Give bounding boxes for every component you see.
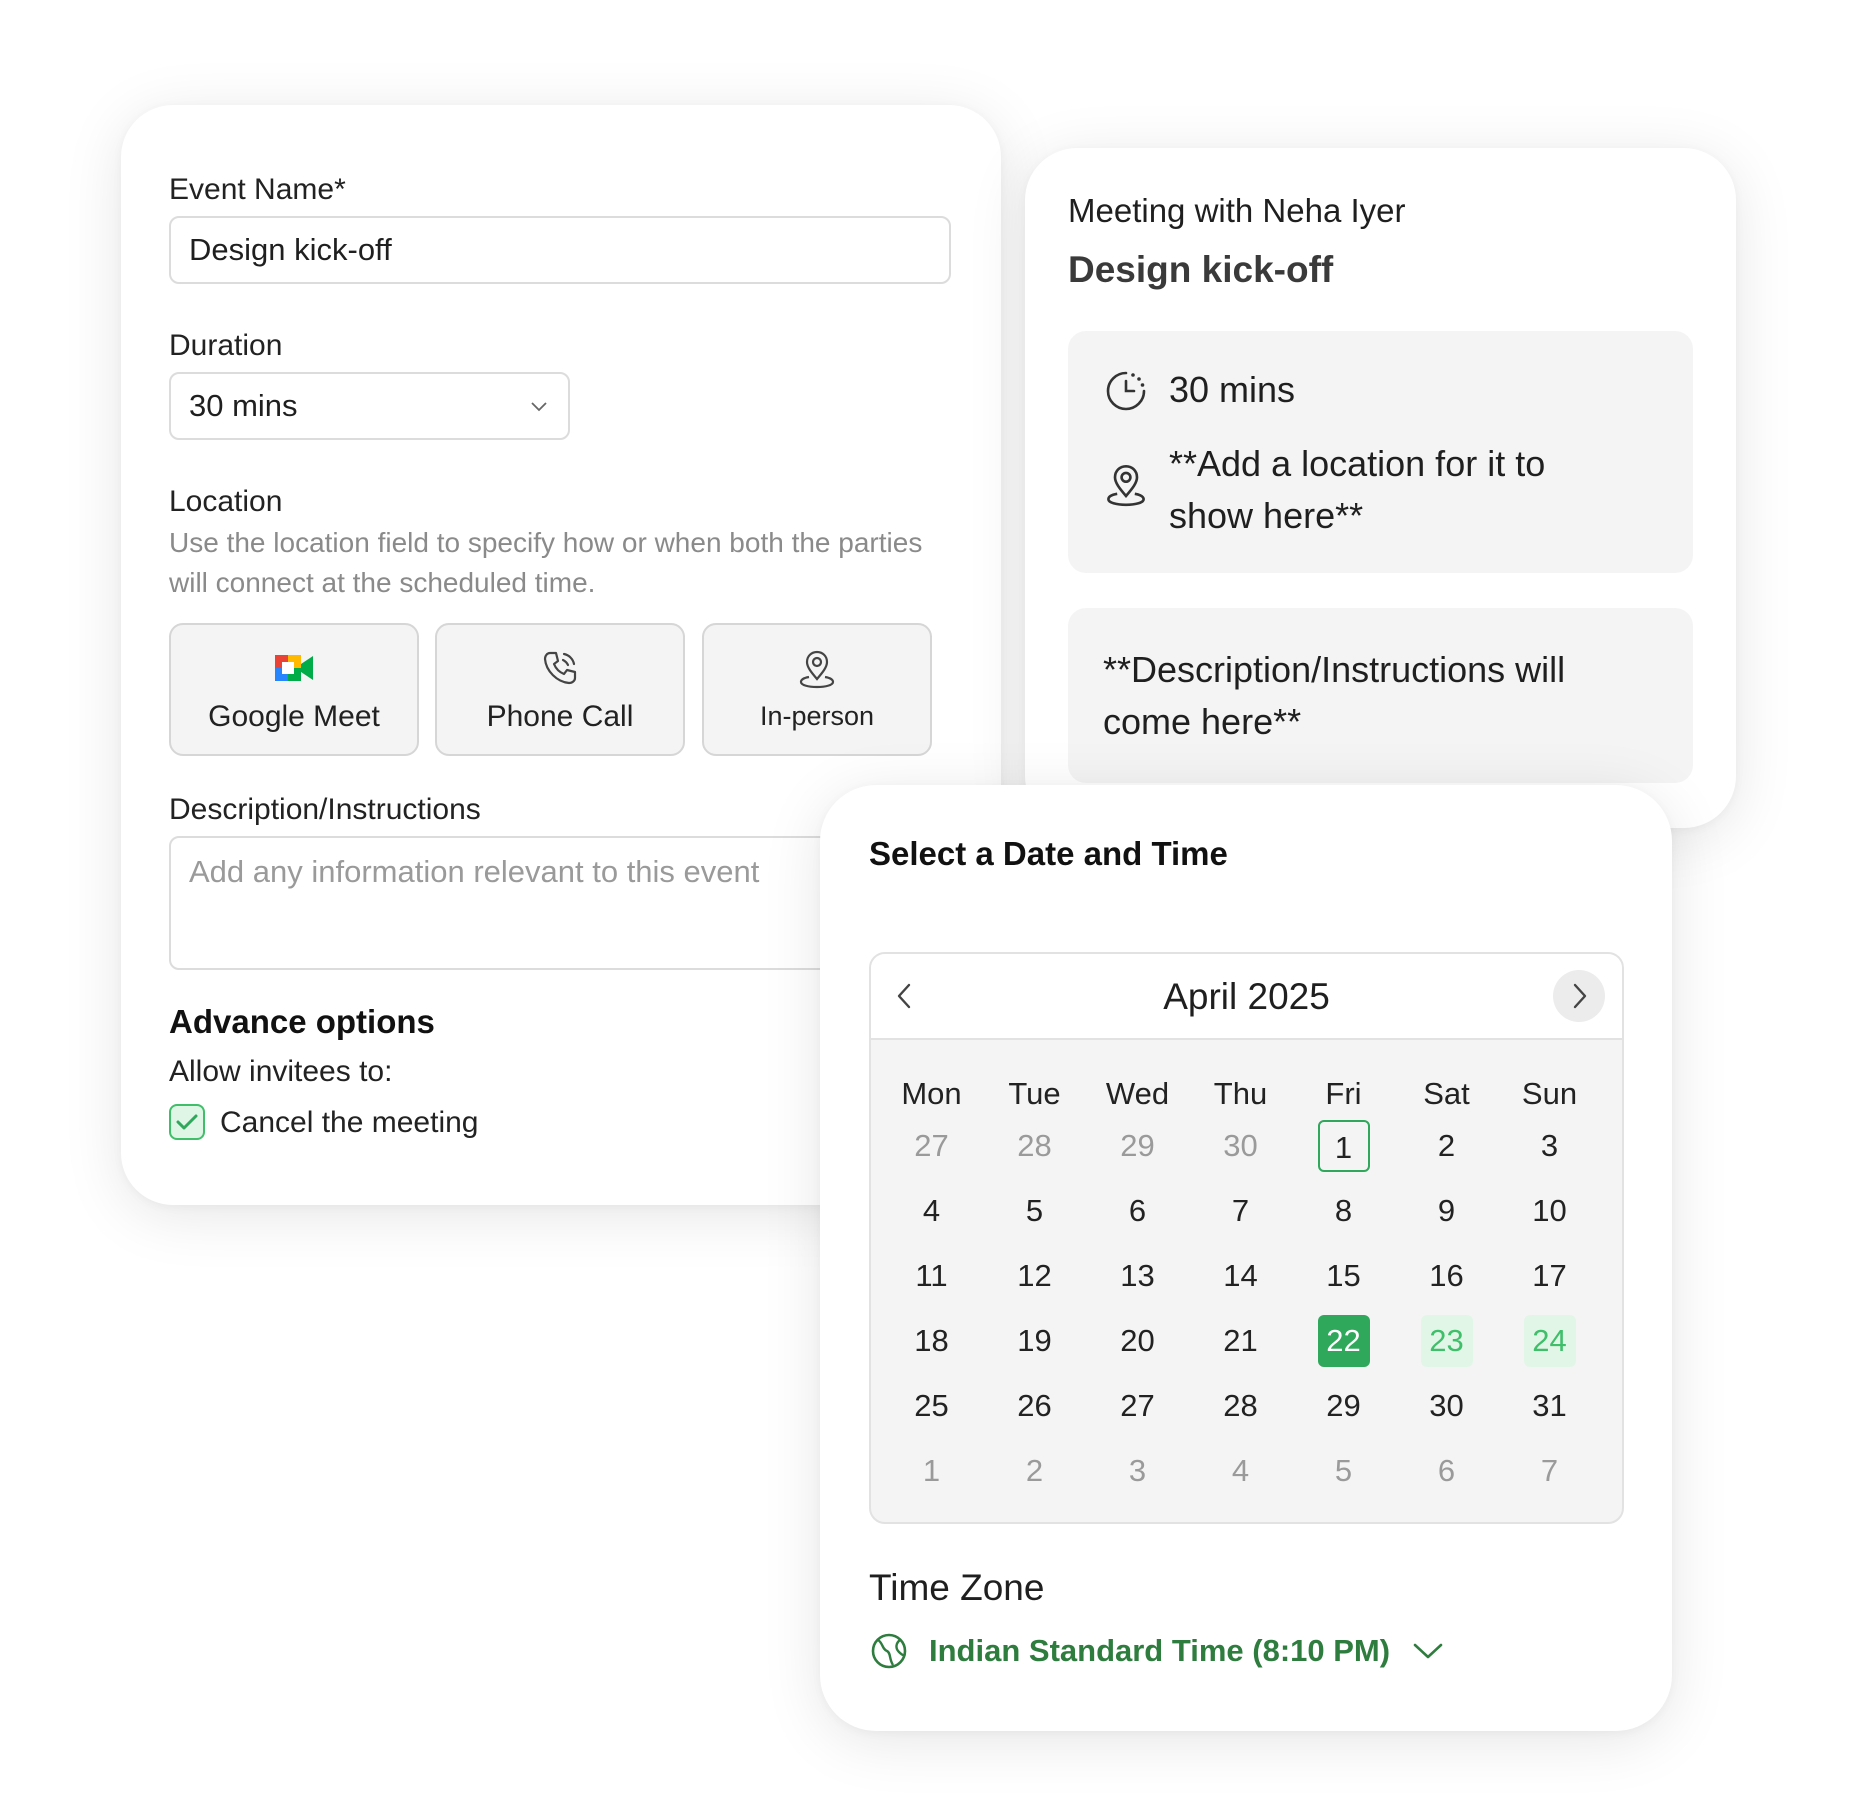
time-zone-select[interactable]: Indian Standard Time (8:10 PM) xyxy=(869,1631,1444,1671)
meeting-description: **Description/Instructions will come her… xyxy=(1103,649,1566,742)
calendar-day: 6 xyxy=(1437,1453,1456,1488)
date-time-heading: Select a Date and Time xyxy=(869,835,1228,872)
calendar-day: 29 xyxy=(1120,1128,1155,1163)
calendar-day[interactable]: 7 xyxy=(1215,1185,1267,1237)
google-meet-option[interactable]: Google Meet xyxy=(169,623,419,756)
clock-icon xyxy=(1106,371,1146,411)
allow-invitees-label: Allow invitees to: xyxy=(169,1055,393,1088)
globe-icon xyxy=(871,1633,907,1669)
calendar-day[interactable]: 22 xyxy=(1317,1315,1370,1367)
weekday-thu: Thu xyxy=(1213,1076,1268,1111)
google-meet-label: Google Meet xyxy=(208,699,380,733)
advance-options-title: Advance options xyxy=(169,1003,435,1040)
calendar-day: 2 xyxy=(1025,1453,1044,1488)
calendar-day[interactable]: 10 xyxy=(1524,1185,1576,1237)
google-meet-icon xyxy=(273,646,315,690)
calendar-header: April 2025 xyxy=(871,954,1622,1040)
calendar-day: 4 xyxy=(1231,1453,1250,1488)
weekday-wed: Wed xyxy=(1105,1076,1170,1111)
calendar-day: 28 xyxy=(1017,1128,1052,1163)
weekday-sun: Sun xyxy=(1521,1076,1578,1111)
location-label: Location xyxy=(169,485,283,518)
calendar-day[interactable]: 31 xyxy=(1524,1380,1576,1432)
calendar: April 2025 Mon Tue Wed Thu Fri Sat Sun 27 28 29 3… xyxy=(869,952,1624,1524)
weekday-fri: Fri xyxy=(1325,1076,1362,1111)
calendar-day[interactable]: 9 xyxy=(1421,1185,1473,1237)
duration-value: 30 mins xyxy=(189,388,298,423)
calendar-year: 2025 xyxy=(1247,976,1330,1017)
calendar-day: 5 xyxy=(1334,1453,1353,1488)
cancel-meeting-checkbox[interactable] xyxy=(169,1104,205,1140)
phone-call-label: Phone Call xyxy=(486,699,634,733)
calendar-day: 3 xyxy=(1128,1453,1147,1488)
weekday-sat: Sat xyxy=(1423,1076,1470,1111)
calendar-day[interactable]: 3 xyxy=(1524,1120,1576,1172)
calendar-day: 1 xyxy=(922,1453,941,1488)
calendar-day[interactable]: 17 xyxy=(1524,1250,1576,1302)
calendar-day[interactable]: 1 xyxy=(1317,1120,1370,1172)
calendar-day[interactable]: 27 xyxy=(1112,1380,1164,1432)
meeting-details-panel: 30 mins **Add a location for it to show … xyxy=(1068,331,1693,573)
event-name-value: Design kick-off xyxy=(189,232,392,267)
calendar-day[interactable]: 6 xyxy=(1112,1185,1164,1237)
event-name-label: Event Name* xyxy=(169,173,346,206)
calendar-day[interactable]: 13 xyxy=(1112,1250,1164,1302)
meeting-description-panel: **Description/Instructions will come her… xyxy=(1068,608,1693,783)
checkmark-icon xyxy=(176,1114,198,1130)
calendar-day[interactable]: 5 xyxy=(1009,1185,1061,1237)
chevron-down-icon xyxy=(1413,1643,1443,1659)
in-person-option[interactable]: In-person xyxy=(702,623,932,756)
phone-call-option[interactable]: Phone Call xyxy=(435,623,685,756)
calendar-day: 30 xyxy=(1223,1128,1258,1163)
weekday-mon: Mon xyxy=(901,1076,962,1111)
calendar-day[interactable]: 8 xyxy=(1318,1185,1370,1237)
calendar-day[interactable]: 26 xyxy=(1009,1380,1061,1432)
calendar-day[interactable]: 29 xyxy=(1318,1380,1370,1432)
calendar-day: 27 xyxy=(914,1128,949,1163)
event-name-input[interactable]: Design kick-off xyxy=(169,216,951,284)
calendar-day[interactable]: 24 xyxy=(1523,1315,1576,1367)
meeting-duration: 30 mins xyxy=(1169,369,1296,410)
description-placeholder: Add any information relevant to this eve… xyxy=(189,854,760,889)
in-person-label: In-person xyxy=(759,701,875,731)
calendar-day[interactable]: 21 xyxy=(1215,1315,1267,1367)
meeting-with-text: Meeting with Neha Iyer xyxy=(1068,192,1406,229)
calendar-day[interactable]: 15 xyxy=(1318,1250,1370,1302)
calendar-day[interactable]: 20 xyxy=(1112,1315,1164,1367)
calendar-day[interactable]: 28 xyxy=(1215,1380,1267,1432)
calendar-day[interactable]: 18 xyxy=(906,1315,958,1367)
calendar-day[interactable]: 2 xyxy=(1421,1120,1473,1172)
duration-label: Duration xyxy=(169,329,283,362)
calendar-day[interactable]: 12 xyxy=(1009,1250,1061,1302)
meeting-location: **Add a location for it to show here** xyxy=(1169,443,1546,536)
location-pin-icon xyxy=(1107,464,1145,507)
meeting-title: Design kick-off xyxy=(1068,249,1334,290)
calendar-day[interactable]: 25 xyxy=(906,1380,958,1432)
calendar-day[interactable]: 19 xyxy=(1009,1315,1061,1367)
chevron-down-icon xyxy=(531,402,547,412)
description-label: Description/Instructions xyxy=(169,793,481,826)
calendar-day[interactable]: 16 xyxy=(1421,1250,1473,1302)
next-month-button[interactable] xyxy=(1553,970,1605,1022)
phone-icon xyxy=(540,646,580,690)
location-help-text: Use the location field to specify how or… xyxy=(169,527,923,598)
calendar-day[interactable]: 30 xyxy=(1421,1380,1473,1432)
time-zone-value: Indian Standard Time (8:10 PM) xyxy=(929,1633,1391,1668)
calendar-day[interactable]: 23 xyxy=(1420,1315,1473,1367)
weekday-tue: Tue xyxy=(1008,1076,1061,1111)
duration-select[interactable]: 30 mins xyxy=(169,372,570,440)
chevron-right-icon xyxy=(1573,983,1587,1009)
calendar-day: 7 xyxy=(1540,1453,1559,1488)
calendar-month-year: April 2025 xyxy=(871,976,1622,1018)
calendar-day[interactable]: 11 xyxy=(906,1250,958,1302)
location-pin-icon xyxy=(797,647,837,691)
calendar-day[interactable]: 14 xyxy=(1215,1250,1267,1302)
calendar-month: April xyxy=(1163,976,1238,1017)
meeting-summary-card: Meeting with Neha Iyer Design kick-off 3… xyxy=(1025,148,1736,828)
calendar-day[interactable]: 4 xyxy=(906,1185,958,1237)
time-zone-label: Time Zone xyxy=(869,1567,1045,1608)
date-time-picker-card: Select a Date and Time April 2025 Mon Tue… xyxy=(820,785,1672,1731)
cancel-meeting-label: Cancel the meeting xyxy=(220,1106,479,1139)
